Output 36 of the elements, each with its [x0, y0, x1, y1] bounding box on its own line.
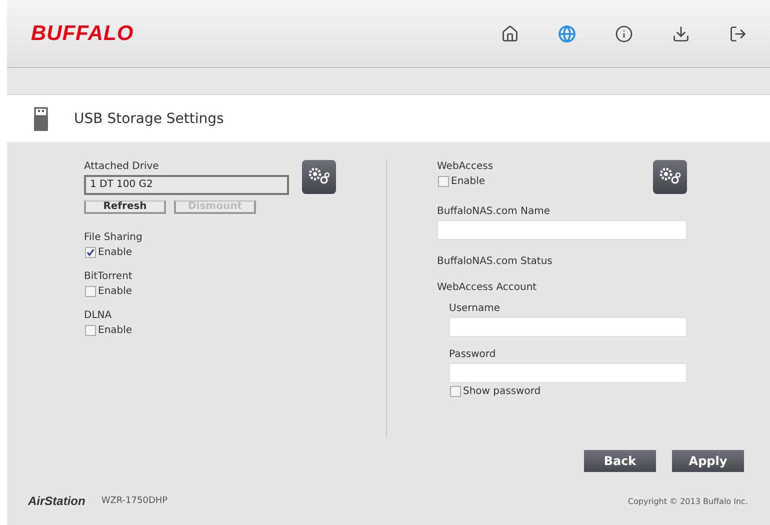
- usb-drive-icon: [34, 106, 48, 130]
- section-label: DLNA: [84, 309, 113, 322]
- section-label: BitTorrent: [84, 270, 134, 283]
- field-label: BuffaloNAS.com Name: [437, 205, 551, 218]
- action-button[interactable]: Back: [584, 450, 656, 472]
- status-label: BuffaloNAS.com Status: [437, 255, 554, 268]
- buffalo-logo: BUFFALO: [31, 22, 135, 46]
- name-field[interactable]: [437, 220, 687, 240]
- settings-button[interactable]: [302, 160, 336, 194]
- download-icon[interactable]: [671, 24, 691, 44]
- action-button[interactable]: Apply: [672, 450, 744, 472]
- checkmark-icon: [86, 248, 95, 257]
- info-icon[interactable]: [614, 24, 634, 44]
- settings-button[interactable]: [653, 160, 687, 194]
- drive-field[interactable]: 1 DT 100 G2: [84, 175, 289, 195]
- page-title: USB Storage Settings: [74, 110, 224, 126]
- enable-checkbox[interactable]: Show password: [450, 386, 687, 397]
- logout-icon[interactable]: [728, 24, 748, 44]
- enable-checkbox[interactable]: Enable: [85, 286, 386, 297]
- enable-checkbox[interactable]: Enable: [438, 176, 494, 187]
- action-button[interactable]: Refresh: [84, 200, 166, 214]
- model-name: WZR-1750DHP: [101, 496, 169, 506]
- brand-name: AirStation: [28, 494, 86, 508]
- password-field[interactable]: [449, 363, 687, 383]
- field-label: Password: [449, 348, 497, 361]
- copyright-text: Copyright © 2013 Buffalo Inc.: [628, 496, 748, 506]
- section-label: WebAccess: [437, 160, 494, 173]
- home-icon[interactable]: [500, 24, 520, 44]
- section-label: File Sharing: [84, 231, 144, 244]
- enable-checkbox[interactable]: Enable: [85, 325, 386, 336]
- username-field[interactable]: [449, 317, 687, 337]
- globe-icon[interactable]: [557, 24, 577, 44]
- field-label: Attached Drive: [84, 160, 160, 173]
- section-label: WebAccess Account: [437, 281, 538, 294]
- field-label: Username: [449, 302, 501, 315]
- enable-checkbox[interactable]: Enable: [85, 247, 386, 258]
